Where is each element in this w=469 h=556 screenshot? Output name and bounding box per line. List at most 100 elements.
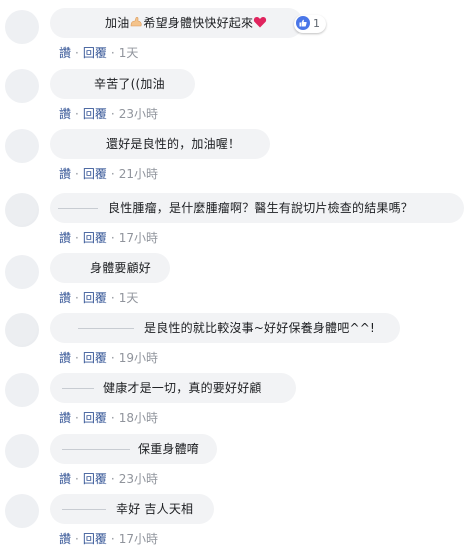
reply-link[interactable]: 回覆	[83, 167, 107, 181]
comment-text: 保重身體唷	[138, 442, 200, 456]
comment-text-part: 希望身體快快好起來	[143, 16, 254, 30]
timestamp-link[interactable]: 17小時	[119, 532, 158, 546]
redacted-commenter-name	[62, 509, 106, 510]
separator: ·	[110, 167, 115, 181]
separator: ·	[75, 107, 79, 121]
like-link[interactable]: 讚	[59, 107, 71, 121]
like-link[interactable]: 讚	[59, 291, 71, 305]
comment-actions: 讚 · 回覆 · 17小時	[59, 230, 158, 246]
comment-text: 還好是良性的，加油喔！	[106, 137, 241, 151]
separator: ·	[110, 291, 115, 305]
like-link[interactable]: 讚	[59, 46, 71, 60]
comment-bubble: 加油 希望身體快快好起來	[50, 8, 303, 38]
comment-item: 加油 希望身體快快好起來 1 讚 · 回覆 · 1天	[0, 8, 469, 70]
comment-bubble: 還好是良性的，加油喔！	[50, 129, 270, 159]
comment-actions: 讚 · 回覆 · 17小時	[59, 531, 158, 547]
separator: ·	[75, 291, 79, 305]
avatar[interactable]	[5, 313, 39, 347]
like-link[interactable]: 讚	[59, 532, 71, 546]
comment-item: 身體要顧好 讚 · 回覆 · 1天	[0, 253, 469, 315]
comment-text: 良性腫瘤，是什麼腫瘤啊？醫生有說切片檢查的結果嗎？	[108, 201, 414, 215]
comment-text: 健康才是一切，真的要好好顧	[103, 381, 262, 395]
redacted-commenter-name	[62, 388, 94, 389]
avatar[interactable]	[5, 10, 39, 44]
separator: ·	[110, 411, 115, 425]
comment-actions: 讚 · 回覆 · 21小時	[59, 166, 158, 182]
reaction-count-badge[interactable]: 1	[294, 15, 326, 33]
timestamp-link[interactable]: 1天	[119, 46, 139, 60]
reply-link[interactable]: 回覆	[83, 291, 107, 305]
comment-bubble: 良性腫瘤，是什麼腫瘤啊？醫生有說切片檢查的結果嗎？	[50, 193, 464, 223]
reply-link[interactable]: 回覆	[83, 472, 107, 486]
reply-link[interactable]: 回覆	[83, 107, 107, 121]
comment-text: 加油 希望身體快快好起來	[105, 14, 267, 32]
separator: ·	[110, 107, 115, 121]
comment-text-part: 加油	[105, 16, 130, 30]
comment-bubble: 身體要顧好	[50, 253, 170, 283]
comment-actions: 讚 · 回覆 · 1天	[59, 290, 138, 306]
comment-item: 辛苦了((加油 讚 · 回覆 · 23小時	[0, 69, 469, 131]
comment-item: 良性腫瘤，是什麼腫瘤啊？醫生有說切片檢查的結果嗎？ 讚 · 回覆 · 17小時	[0, 193, 469, 255]
flexed-biceps-icon	[129, 15, 143, 29]
avatar[interactable]	[5, 373, 39, 407]
comment-text: 身體要顧好	[90, 261, 152, 275]
comment-item: 是良性的就比較沒事~好好保養身體吧^^! 讚 · 回覆 · 19小時	[0, 313, 469, 375]
separator: ·	[75, 411, 79, 425]
like-link[interactable]: 讚	[59, 411, 71, 425]
avatar[interactable]	[5, 129, 39, 163]
comment-item: 保重身體唷 讚 · 回覆 · 23小時	[0, 434, 469, 496]
redacted-commenter-name	[62, 449, 130, 450]
reply-link[interactable]: 回覆	[83, 46, 107, 60]
separator: ·	[75, 532, 79, 546]
comment-actions: 讚 · 回覆 · 18小時	[59, 410, 158, 426]
separator: ·	[75, 351, 79, 365]
comment-text: 是良性的就比較沒事~好好保養身體吧^^!	[144, 321, 375, 335]
like-link[interactable]: 讚	[59, 231, 71, 245]
timestamp-link[interactable]: 19小時	[119, 351, 158, 365]
timestamp-link[interactable]: 1天	[119, 291, 139, 305]
separator: ·	[75, 46, 79, 60]
timestamp-link[interactable]: 21小時	[119, 167, 158, 181]
like-link[interactable]: 讚	[59, 167, 71, 181]
comment-bubble: 是良性的就比較沒事~好好保養身體吧^^!	[50, 313, 400, 343]
timestamp-link[interactable]: 17小時	[119, 231, 158, 245]
reply-link[interactable]: 回覆	[83, 532, 107, 546]
like-link[interactable]: 讚	[59, 472, 71, 486]
comment-bubble: 幸好 吉人天相	[50, 494, 214, 524]
comment-actions: 讚 · 回覆 · 1天	[59, 45, 138, 61]
avatar[interactable]	[5, 255, 39, 289]
avatar[interactable]	[5, 494, 39, 528]
separator: ·	[110, 472, 115, 486]
reply-link[interactable]: 回覆	[83, 351, 107, 365]
comment-actions: 讚 · 回覆 · 23小時	[59, 471, 158, 487]
comment-bubble: 保重身體唷	[50, 434, 217, 464]
redacted-commenter-name	[58, 208, 98, 209]
comment-bubble: 辛苦了((加油	[50, 69, 195, 99]
comment-bubble: 健康才是一切，真的要好好顧	[50, 373, 296, 403]
timestamp-link[interactable]: 23小時	[119, 107, 158, 121]
separator: ·	[75, 472, 79, 486]
reply-link[interactable]: 回覆	[83, 411, 107, 425]
like-link[interactable]: 讚	[59, 351, 71, 365]
timestamp-link[interactable]: 23小時	[119, 472, 158, 486]
separator: ·	[110, 46, 115, 60]
separator: ·	[110, 231, 115, 245]
separator: ·	[75, 231, 79, 245]
separator: ·	[75, 167, 79, 181]
comment-actions: 讚 · 回覆 · 23小時	[59, 106, 158, 122]
separator: ·	[110, 351, 115, 365]
separator: ·	[110, 532, 115, 546]
avatar[interactable]	[5, 69, 39, 103]
comment-text: 幸好 吉人天相	[116, 502, 194, 516]
timestamp-link[interactable]: 18小時	[119, 411, 158, 425]
comment-item: 幸好 吉人天相 讚 · 回覆 · 17小時	[0, 494, 469, 556]
like-reaction-icon	[296, 16, 310, 30]
comment-actions: 讚 · 回覆 · 19小時	[59, 350, 158, 366]
comment-item: 健康才是一切，真的要好好顧 讚 · 回覆 · 18小時	[0, 373, 469, 435]
avatar[interactable]	[5, 434, 39, 468]
reply-link[interactable]: 回覆	[83, 231, 107, 245]
comment-text: 辛苦了((加油	[94, 77, 165, 91]
comment-item: 還好是良性的，加油喔！ 讚 · 回覆 · 21小時	[0, 129, 469, 191]
avatar[interactable]	[5, 193, 39, 227]
red-heart-icon	[253, 15, 267, 29]
